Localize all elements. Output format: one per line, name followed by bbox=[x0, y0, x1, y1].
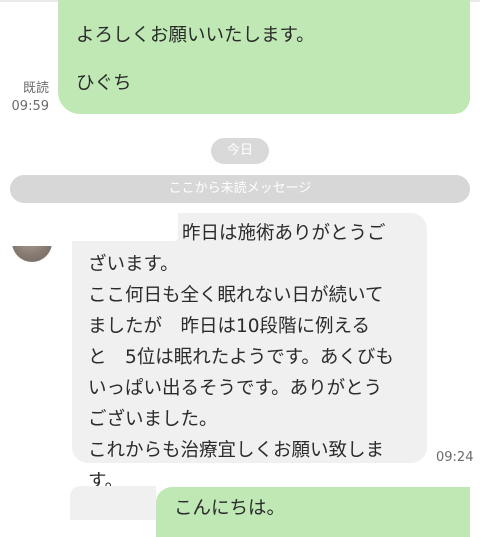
message-line: いっぱい出るそうです。ありがとう bbox=[88, 378, 383, 399]
message-line: ひぐち bbox=[76, 73, 132, 94]
message-line: ましたが 昨日は10段階に例える bbox=[88, 316, 370, 337]
outgoing-message-bubble[interactable]: よろしくお願いいたします。 ひぐち bbox=[58, 0, 470, 114]
incoming-bubble-edge bbox=[70, 486, 156, 520]
unread-separator: ここから未読メッセージ bbox=[10, 175, 470, 203]
message-line: ここ何日も全く眠れない日が続いて bbox=[88, 285, 384, 306]
message-text: こんにちは。 bbox=[174, 498, 286, 519]
message-line: よろしくお願いいたします。 bbox=[76, 25, 315, 46]
message-line: と 5位は眠れたようです。あくびも bbox=[88, 347, 394, 368]
date-separator: 今日 bbox=[211, 138, 269, 164]
message-timestamp: 09:59 bbox=[11, 99, 49, 114]
avatar[interactable] bbox=[12, 246, 52, 262]
outgoing-message-bubble[interactable]: こんにちは。 bbox=[156, 487, 470, 537]
read-receipt: 既読 bbox=[22, 81, 49, 96]
message-line: ざいます。 bbox=[88, 254, 179, 275]
bubble-corner-cut bbox=[72, 213, 178, 241]
message-timestamp: 09:24 bbox=[436, 450, 474, 465]
message-line: ございました。 bbox=[88, 409, 218, 430]
incoming-message-bubble[interactable]: 昨日は施術ありがとうご ざいます。 ここ何日も全く眠れない日が続いて ましたが … bbox=[72, 213, 427, 492]
message-line: これからも治療宜しくお願い致しま bbox=[88, 440, 385, 461]
